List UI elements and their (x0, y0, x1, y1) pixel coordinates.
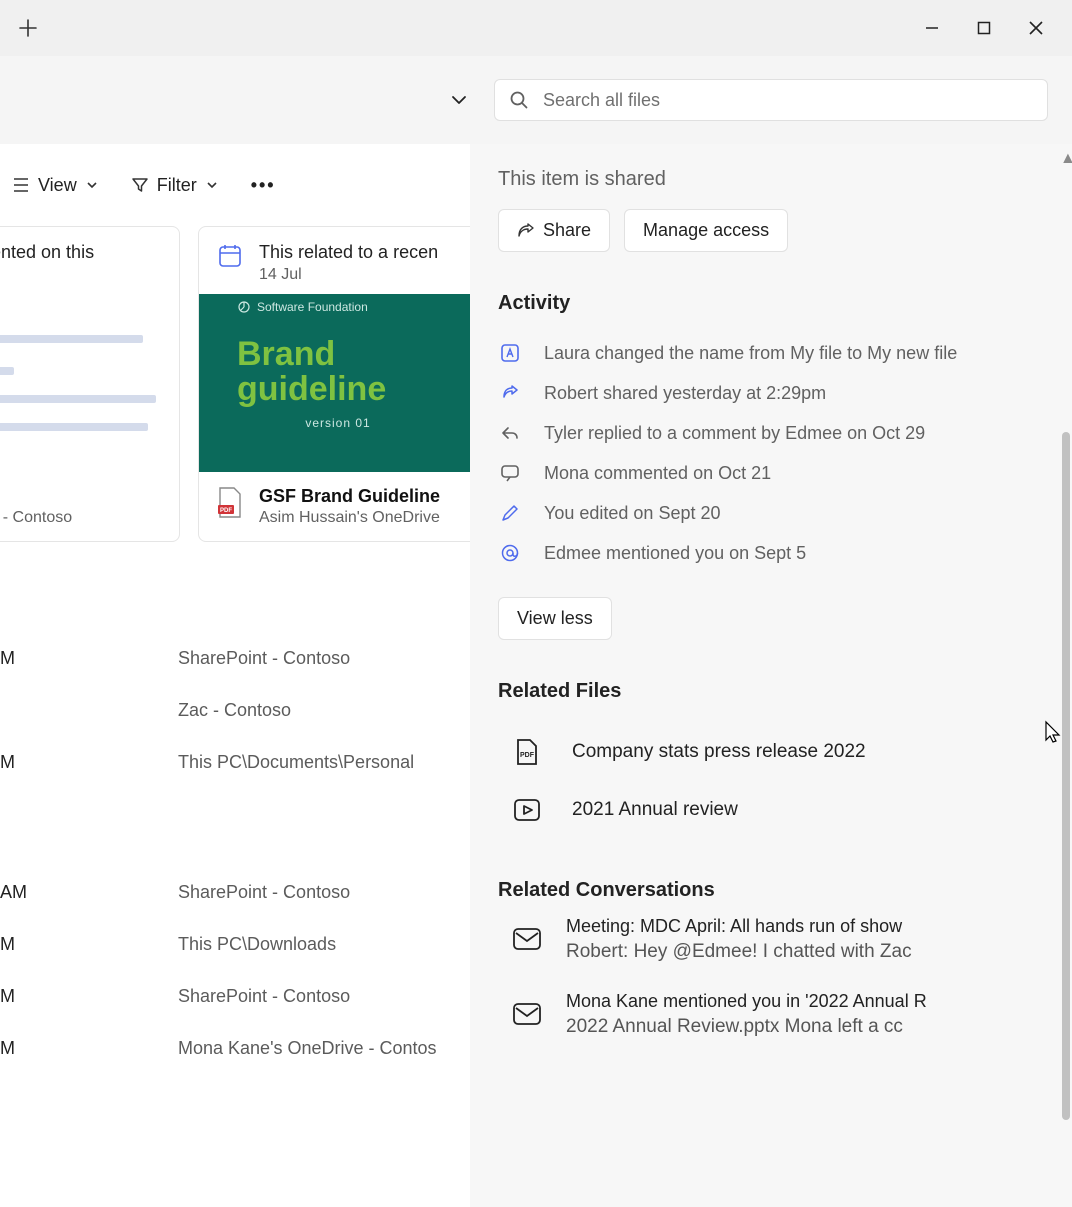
thumb-text-2: guideline (237, 372, 470, 408)
card-headline: mmented on this (0, 241, 94, 264)
view-label: View (38, 175, 77, 196)
new-tab-button[interactable] (8, 8, 48, 48)
manage-access-label: Manage access (643, 220, 769, 241)
activity-item[interactable]: Laura changed the name from My file to M… (498, 333, 1044, 373)
card-file-location: Asim Hussain's OneDrive (259, 509, 440, 527)
related-conversations-heading: Related Conversations (498, 879, 1044, 902)
list-item[interactable]: AMSharePoint - Contoso (0, 866, 470, 918)
video-icon (510, 793, 544, 827)
card-thumbnail: Software Foundation Brand guideline vers… (199, 294, 470, 472)
mail-icon (510, 922, 544, 956)
filter-menu[interactable]: Filter (119, 169, 231, 202)
thumb-version: version 01 (199, 416, 470, 430)
conversation-item[interactable]: Meeting: MDC April: All hands run of sho… (498, 902, 1044, 977)
conversation-preview: Robert: Hey @Edmee! I chatted with Zac (566, 941, 966, 963)
window-titlebar (0, 0, 1072, 56)
mail-icon (510, 997, 544, 1031)
thumb-logo-text: Software Foundation (257, 300, 368, 314)
edit-icon (498, 501, 522, 525)
reply-icon (498, 421, 522, 445)
activity-item[interactable]: Mona commented on Oct 21 (498, 453, 1044, 493)
chevron-down-icon (205, 178, 219, 192)
filter-icon (131, 176, 149, 194)
scrollbar-thumb[interactable] (1062, 432, 1070, 1120)
suggestion-card[interactable]: mmented on this PM tes Driv (0, 226, 180, 542)
main-file-pane: View Filter ••• (0, 144, 470, 1207)
card-headline: This related to a recen (259, 241, 438, 264)
card-file-title: GSF Brand Guideline (259, 486, 440, 507)
dropdown-toggle[interactable] (440, 81, 478, 119)
card-file-location: Drive - Contoso (0, 509, 72, 527)
pdf-icon: PDF (510, 735, 544, 769)
share-button[interactable]: Share (498, 209, 610, 252)
shared-status-label: This item is shared (498, 168, 1044, 191)
card-thumbnail (0, 294, 179, 472)
conversation-preview: 2022 Annual Review.pptx Mona left a cc (566, 1016, 966, 1038)
list-toolbar: View Filter ••• (0, 144, 470, 226)
pdf-file-icon: PDF (215, 486, 245, 520)
mention-icon (498, 541, 522, 565)
list-icon (12, 176, 30, 194)
suggestion-card[interactable]: This related to a recen 14 Jul Software … (198, 226, 470, 542)
list-item[interactable]: MSharePoint - Contoso (0, 632, 470, 684)
close-button[interactable] (1024, 16, 1048, 40)
chevron-down-icon (85, 178, 99, 192)
list-item[interactable]: MThis PC\Downloads (0, 918, 470, 970)
view-less-button[interactable]: View less (498, 597, 612, 640)
card-subline: 14 Jul (259, 266, 438, 284)
view-menu[interactable]: View (0, 169, 111, 202)
calendar-icon (215, 241, 245, 271)
conversation-title: Mona Kane mentioned you in '2022 Annual … (566, 991, 966, 1012)
related-files-heading: Related Files (498, 680, 1044, 703)
list-item[interactable]: MMona Kane's OneDrive - Contos (0, 1022, 470, 1074)
cursor-icon (1044, 720, 1062, 744)
activity-heading: Activity (498, 292, 1044, 315)
activity-list: Laura changed the name from My file to M… (498, 333, 1044, 573)
file-list: MSharePoint - Contoso Zac - Contoso MThi… (0, 632, 470, 1074)
activity-item[interactable]: You edited on Sept 20 (498, 493, 1044, 533)
conversation-item[interactable]: Mona Kane mentioned you in '2022 Annual … (498, 977, 1044, 1052)
list-item[interactable]: Zac - Contoso (0, 684, 470, 736)
list-item[interactable]: MSharePoint - Contoso (0, 970, 470, 1022)
manage-access-button[interactable]: Manage access (624, 209, 788, 252)
comment-icon (498, 461, 522, 485)
card-file-title: tes (0, 486, 72, 507)
thumb-text-1: Brand (237, 337, 470, 373)
suggestion-cards: mmented on this PM tes Driv (0, 226, 470, 542)
scroll-up-arrow[interactable]: ▲ (1060, 150, 1070, 168)
rename-icon (498, 341, 522, 365)
share-icon (517, 222, 535, 240)
activity-item[interactable]: Robert shared yesterday at 2:29pm (498, 373, 1044, 413)
list-item[interactable]: MThis PC\Documents\Personal (0, 736, 470, 788)
search-bar[interactable] (494, 79, 1048, 121)
svg-text:PDF: PDF (520, 752, 535, 759)
related-file-item[interactable]: PDF Company stats press release 2022 (498, 723, 1044, 781)
share-icon (498, 381, 522, 405)
more-menu[interactable]: ••• (239, 169, 288, 202)
details-panel: ▲ This item is shared Share Manage acces… (470, 144, 1072, 1207)
share-button-label: Share (543, 220, 591, 241)
conversation-title: Meeting: MDC April: All hands run of sho… (566, 916, 966, 937)
activity-item[interactable]: Edmee mentioned you on Sept 5 (498, 533, 1044, 573)
activity-item[interactable]: Tyler replied to a comment by Edmee on O… (498, 413, 1044, 453)
card-subline: PM (0, 266, 94, 284)
maximize-button[interactable] (972, 16, 996, 40)
minimize-button[interactable] (920, 16, 944, 40)
filter-label: Filter (157, 175, 197, 196)
search-input[interactable] (543, 90, 1033, 111)
search-icon (509, 90, 529, 110)
related-file-item[interactable]: 2021 Annual review (498, 781, 1044, 839)
svg-text:PDF: PDF (220, 508, 232, 514)
app-header (0, 56, 1072, 144)
